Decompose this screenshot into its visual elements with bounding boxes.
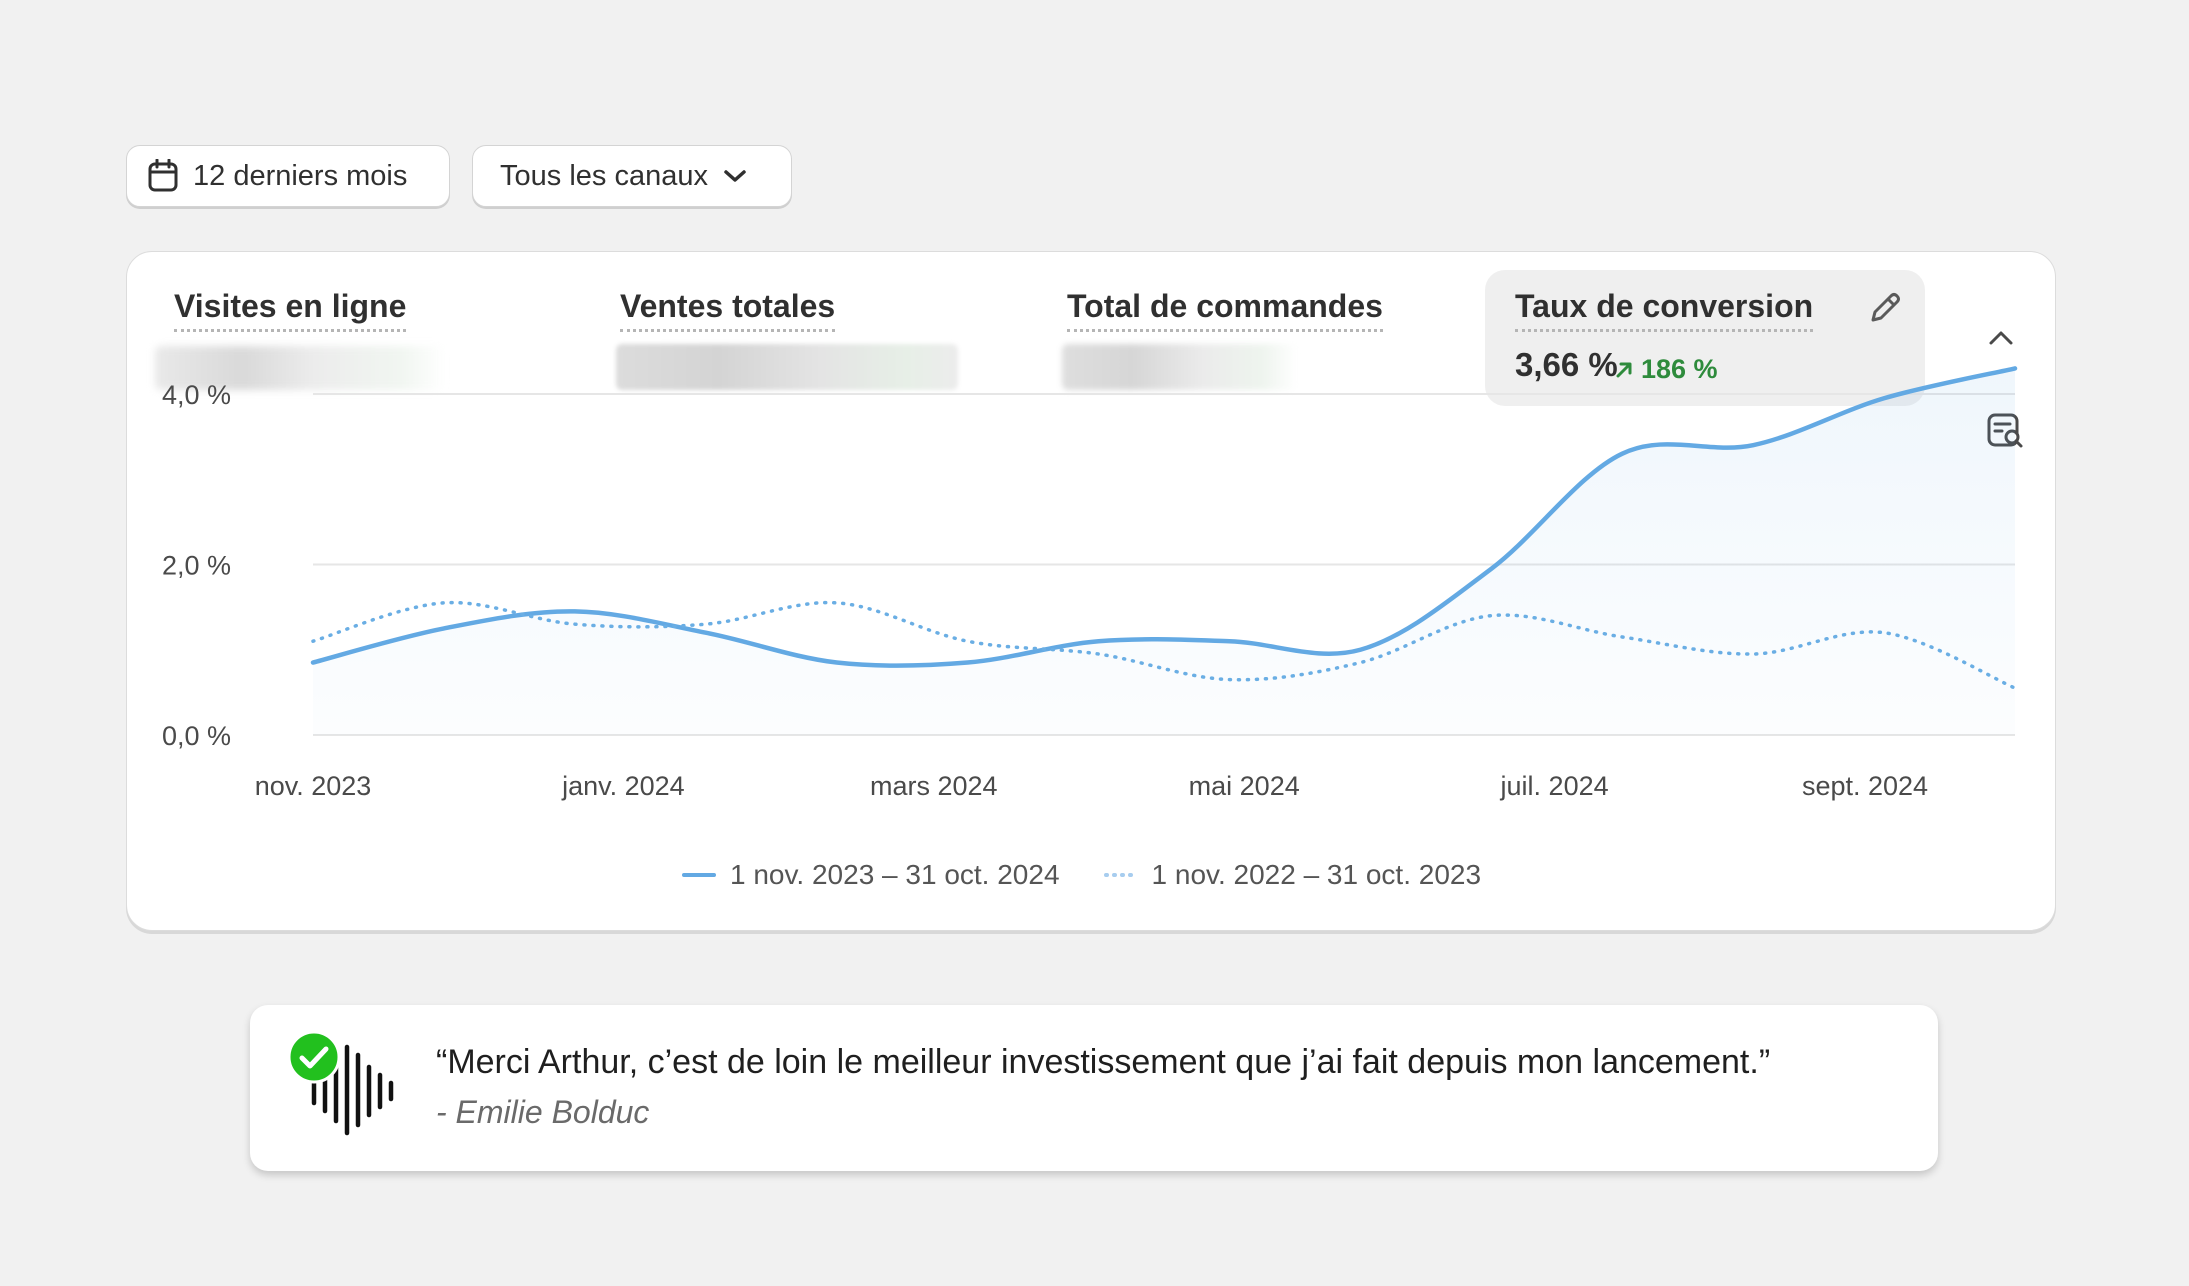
legend-label-previous: 1 nov. 2022 – 31 oct. 2023 [1151,859,1482,890]
x-tick-label: nov. 2023 [255,771,372,801]
x-tick-label: mars 2024 [870,771,998,801]
channel-select-button[interactable]: Tous les canaux [472,145,792,207]
conversion-chart: 0,0 % 2,0 % 4,0 % nov. 2023 janv. 2024 mars … [162,366,2018,801]
date-range-button[interactable]: 12 derniers mois [126,145,450,207]
testimonial-card: “Merci Arthur, c’est de loin le meilleur… [250,1005,1938,1171]
chevron-down-icon [724,170,746,182]
y-tick-label: 4,0 % [162,380,231,410]
y-tick-label: 0,0 % [162,721,231,751]
x-tick-label: juil. 2024 [1500,771,1609,801]
x-tick-label: mai 2024 [1189,771,1300,801]
date-range-label: 12 derniers mois [193,159,408,192]
x-tick-label: janv. 2024 [561,771,685,801]
series-area-current [313,368,2015,735]
calendar-icon [148,159,178,192]
x-tick-label: sept. 2024 [1802,771,1928,801]
legend-swatch-previous [1103,873,1138,877]
analytics-card: Visites en ligne Ventes totales Total de… [126,251,2056,931]
legend-swatch-current [682,873,716,877]
testimonial-author: - Emilie Bolduc [436,1094,650,1130]
legend-label-current: 1 nov. 2023 – 31 oct. 2024 [730,859,1060,890]
y-tick-label: 2,0 % [162,551,231,581]
testimonial-quote: “Merci Arthur, c’est de loin le meilleur… [436,1043,1771,1081]
check-badge-icon [287,1030,341,1084]
channel-select-label: Tous les canaux [500,159,708,192]
chart-legend: 1 nov. 2023 – 31 oct. 2024 1 nov. 2022 –… [682,859,1481,891]
